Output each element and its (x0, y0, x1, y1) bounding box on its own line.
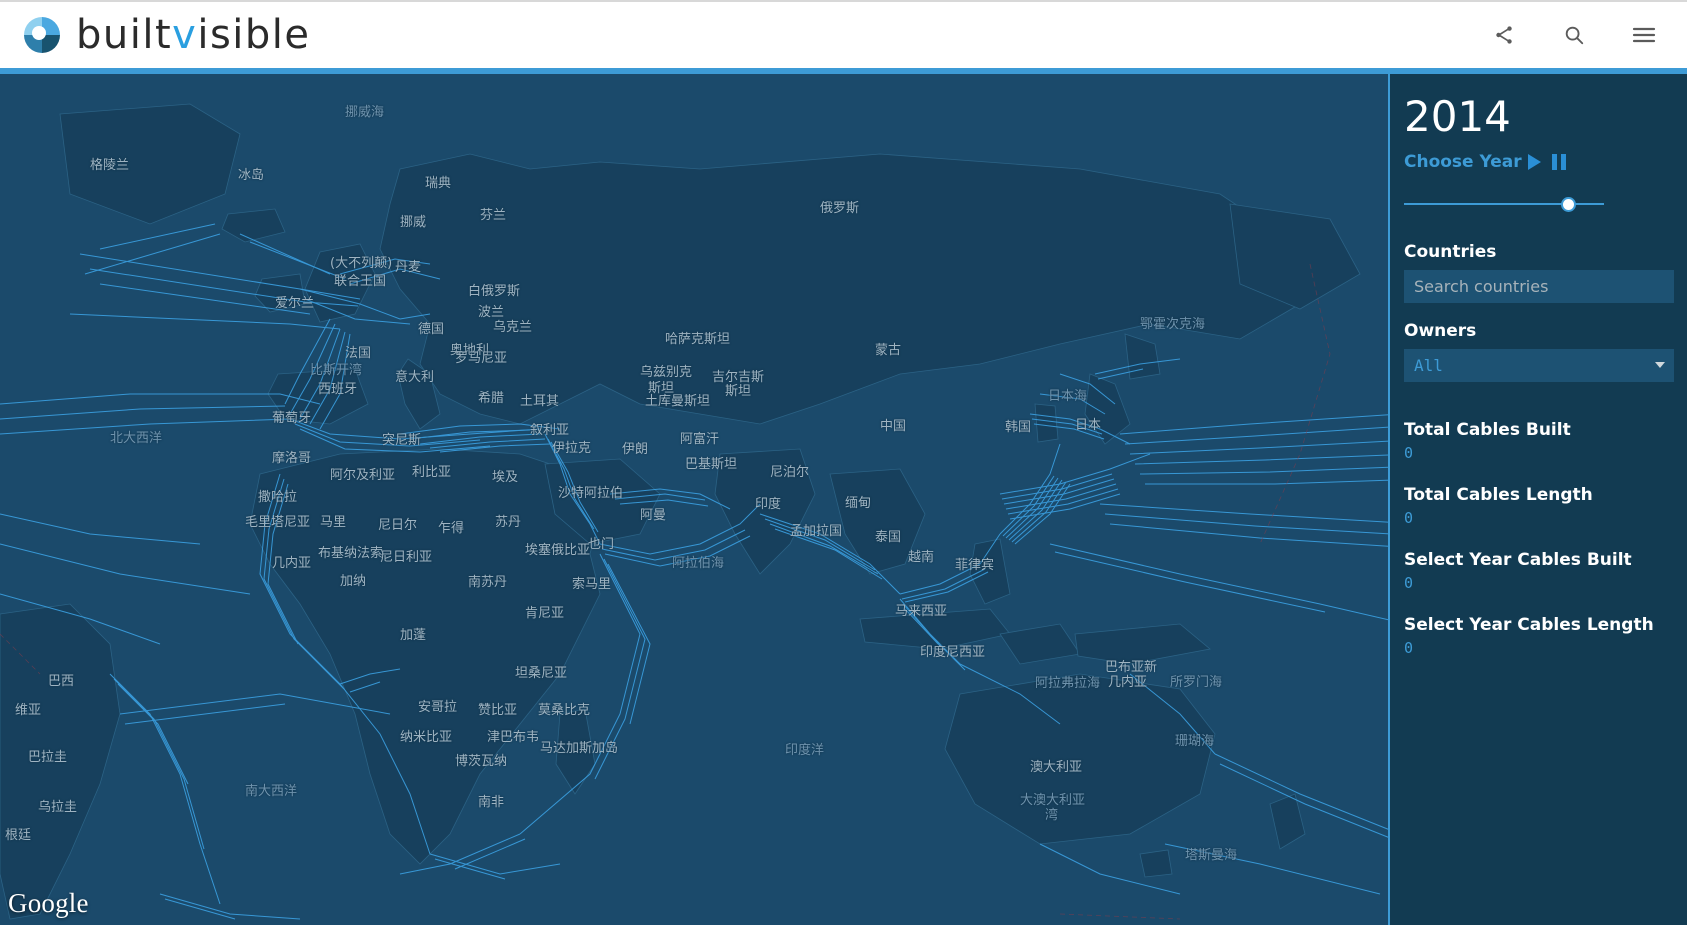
stat-label: Total Cables Length (1404, 485, 1593, 505)
choose-year-label: Choose Year (1404, 152, 1522, 172)
stat-item: Select Year Cables Built 0 (1404, 550, 1687, 592)
search-countries-input[interactable] (1404, 270, 1674, 303)
stat-label: Select Year Cables Length (1404, 615, 1654, 635)
stat-value: 0 (1404, 574, 1414, 592)
owners-label: Owners (1404, 321, 1477, 341)
pause-icon[interactable] (1551, 154, 1566, 170)
year-slider-thumb[interactable] (1561, 197, 1576, 212)
submarine-cable-map-app: builtvisible 格陵兰 挪威海 冰岛 瑞典 芬兰 俄罗斯 挪威 丹麦 … (0, 0, 1687, 925)
year-slider[interactable] (1404, 194, 1604, 214)
controls-sidebar: 2014 Choose Year Countries Owners All To… (1388, 74, 1687, 925)
countries-label: Countries (1404, 242, 1497, 262)
brand-accent-letter: v (172, 12, 198, 58)
play-icon[interactable] (1527, 154, 1541, 170)
brand-wordmark: builtvisible (76, 15, 311, 55)
search-icon[interactable] (1561, 22, 1587, 48)
stats-list: Total Cables Built 0 Total Cables Length 0 S… (1404, 420, 1687, 657)
header-actions (1491, 22, 1657, 48)
google-attribution: Google (8, 888, 89, 918)
brand-suffix: isible (197, 12, 311, 58)
stat-value: 0 (1404, 639, 1414, 657)
stat-item: Select Year Cables Length 0 (1404, 615, 1687, 657)
menu-icon[interactable] (1631, 22, 1657, 48)
site-header: builtvisible (0, 0, 1687, 68)
countries-block: Countries (1404, 242, 1687, 303)
choose-year-row: Choose Year (1404, 152, 1687, 172)
owners-select[interactable]: All (1404, 349, 1674, 382)
owners-block: Owners All (1404, 321, 1687, 382)
stat-value: 0 (1404, 509, 1414, 527)
year-display: 2014 (1404, 92, 1511, 141)
stat-item: Total Cables Length 0 (1404, 485, 1687, 527)
brand-prefix: built (76, 12, 173, 58)
stat-item: Total Cables Built 0 (1404, 420, 1687, 462)
stat-value: 0 (1404, 444, 1414, 462)
builtvisible-logo-icon (22, 15, 62, 55)
stat-label: Total Cables Built (1404, 420, 1571, 440)
stat-label: Select Year Cables Built (1404, 550, 1632, 570)
share-icon[interactable] (1491, 22, 1517, 48)
brand-logo[interactable]: builtvisible (22, 15, 311, 55)
